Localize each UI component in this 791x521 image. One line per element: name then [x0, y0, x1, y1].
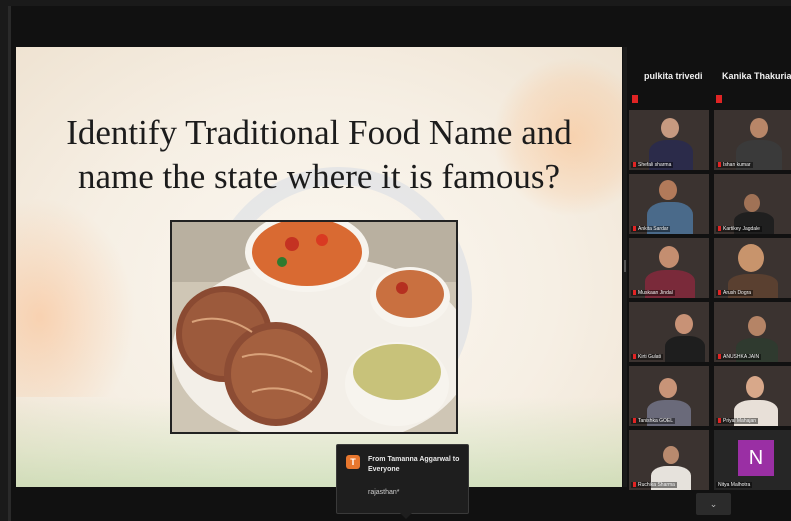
food-photo — [170, 220, 458, 434]
muted-mic-icon — [718, 354, 721, 360]
muted-mic-icon — [716, 95, 722, 103]
participant-name: Arush Dogra — [716, 290, 754, 296]
chat-sender-avatar: T — [346, 455, 360, 469]
chat-notification[interactable]: T From Tamanna Aggarwal to Everyone raja… — [336, 444, 469, 519]
participant-name: Priyal Mahajan — [716, 418, 759, 424]
participant-name: Kartikey Jagdale — [716, 226, 762, 232]
participant-tile[interactable]: Muskaan Jindal — [629, 238, 709, 298]
shared-screen-slide: Identify Traditional Food Name and name … — [16, 47, 622, 487]
participant-tile[interactable]: Tanishka GOEL — [629, 366, 709, 426]
slide-title: Identify Traditional Food Name and name … — [16, 111, 622, 199]
chat-tail — [400, 513, 412, 519]
chat-message-text: rajasthan* — [368, 489, 400, 496]
resize-handle-icon[interactable] — [624, 260, 626, 272]
participant-tile[interactable]: Ankita Sardar — [629, 174, 709, 234]
muted-mic-icon — [633, 290, 636, 296]
participant-tile[interactable]: Ruchika Sharma — [629, 430, 709, 490]
participant-name: Nitya Malhotra — [716, 482, 753, 488]
participant-name: ANUSHKA JAIN — [716, 354, 762, 360]
slide-title-line-1: Identify Traditional Food Name and — [66, 113, 572, 152]
muted-mic-icon — [718, 226, 721, 232]
participant-name-top-1: pulkita trivedi — [644, 71, 703, 81]
muted-mic-icon — [632, 95, 638, 103]
participant-name: Ruchika Sharma — [631, 482, 677, 488]
slide-title-line-2: name the state where it is famous? — [77, 157, 561, 196]
muted-mic-icon — [718, 290, 721, 296]
participant-name: Tanishka GOEL — [631, 418, 676, 424]
chat-sender-label: From Tamanna Aggarwal to Everyone — [368, 456, 460, 473]
participant-tile[interactable]: Kartikey Jagdale — [714, 174, 791, 234]
muted-mic-icon — [633, 354, 636, 360]
participant-name: Muskaan Jindal — [631, 290, 675, 296]
participant-avatar: N — [738, 440, 774, 476]
muted-mic-icon — [633, 482, 636, 488]
participant-name: Shefali sharma — [631, 162, 674, 168]
muted-mic-icon — [633, 162, 636, 168]
participant-tile[interactable]: ANUSHKA JAIN — [714, 302, 791, 362]
participant-name: Ishan kumar — [716, 162, 753, 168]
muted-mic-icon — [718, 162, 721, 168]
participant-name: Kirti Gulati — [631, 354, 664, 360]
muted-mic-icon — [633, 226, 636, 232]
participant-tile[interactable]: N Nitya Malhotra — [714, 430, 791, 490]
participant-tile[interactable]: Priyal Mahajan — [714, 366, 791, 426]
chevron-down-icon: ⌄ — [709, 499, 718, 509]
participant-tile[interactable]: Ishan kumar — [714, 110, 791, 170]
participants-gallery: pulkita trivedi Kanika Thakuria Shefali … — [628, 47, 791, 521]
participant-name: Ankita Sardar — [631, 226, 671, 232]
participant-tile[interactable]: Shefali sharma — [629, 110, 709, 170]
food-illustration — [172, 222, 456, 432]
participant-name-top-2: Kanika Thakuria — [722, 71, 791, 81]
scroll-down-button[interactable]: ⌄ — [696, 493, 731, 515]
left-decoration — [16, 197, 136, 397]
participant-tile[interactable]: Kirti Gulati — [629, 302, 709, 362]
muted-mic-icon — [633, 418, 636, 424]
muted-mic-icon — [718, 418, 721, 424]
participant-tile[interactable]: Arush Dogra — [714, 238, 791, 298]
